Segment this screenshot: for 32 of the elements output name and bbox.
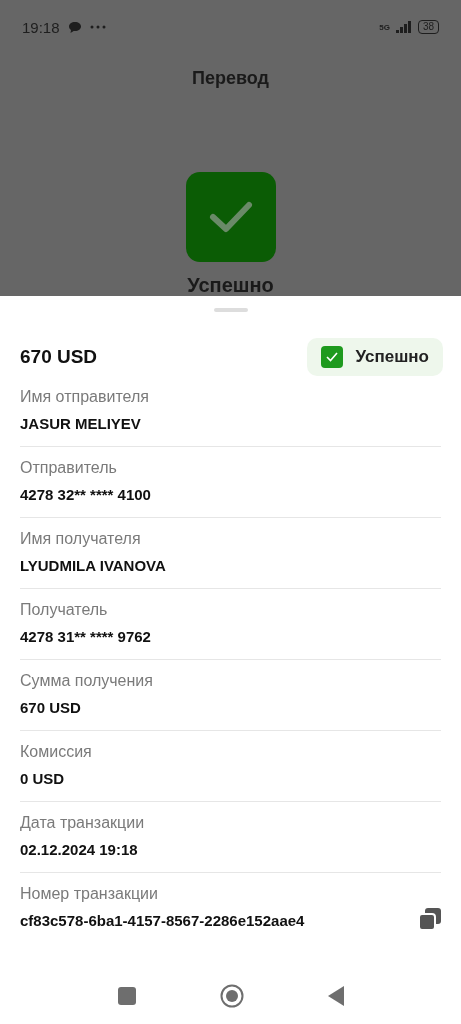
home-icon[interactable] bbox=[219, 984, 244, 1008]
network-label: 5G bbox=[379, 22, 390, 32]
field-value: cf83c578-6ba1-4157-8567-2286e152aae4 bbox=[20, 911, 305, 931]
status-time: 19:18 bbox=[22, 18, 60, 36]
field-value: JASUR MELIYEV bbox=[20, 414, 142, 434]
chat-bubble-icon bbox=[67, 20, 82, 34]
copy-icon[interactable] bbox=[419, 908, 441, 930]
back-icon[interactable] bbox=[327, 986, 344, 1006]
field-value: 4278 32** **** 4100 bbox=[20, 485, 151, 505]
field-value: 02.12.2024 19:18 bbox=[20, 840, 139, 860]
status-label: Успешно bbox=[355, 347, 429, 367]
field-label: Сумма получения bbox=[20, 671, 153, 691]
drag-handle[interactable] bbox=[213, 308, 248, 312]
success-check-icon bbox=[185, 172, 276, 262]
field-label: Дата транзакции bbox=[20, 813, 145, 833]
transfer-amount: 670 USD bbox=[20, 346, 98, 368]
field-value: LYUDMILA IVANOVA bbox=[20, 556, 166, 576]
recents-icon[interactable] bbox=[117, 987, 136, 1005]
battery-level: 38 bbox=[417, 20, 439, 34]
field-label: Комиссия bbox=[20, 742, 92, 762]
field-value: 4278 31** **** 9762 bbox=[20, 627, 151, 647]
field-label: Имя отправителя bbox=[20, 387, 149, 407]
more-icon bbox=[89, 25, 106, 29]
field-label: Номер транзакции bbox=[20, 884, 159, 904]
field-label: Отправитель bbox=[20, 458, 118, 478]
field-label: Получатель bbox=[20, 600, 109, 620]
field-label: Имя получателя bbox=[20, 529, 142, 549]
page-title: Перевод bbox=[192, 67, 269, 90]
success-status: Успешно bbox=[187, 274, 274, 296]
field-value: 670 USD bbox=[20, 698, 82, 718]
signal-icon bbox=[395, 21, 412, 33]
field-value: 0 USD bbox=[20, 769, 66, 789]
